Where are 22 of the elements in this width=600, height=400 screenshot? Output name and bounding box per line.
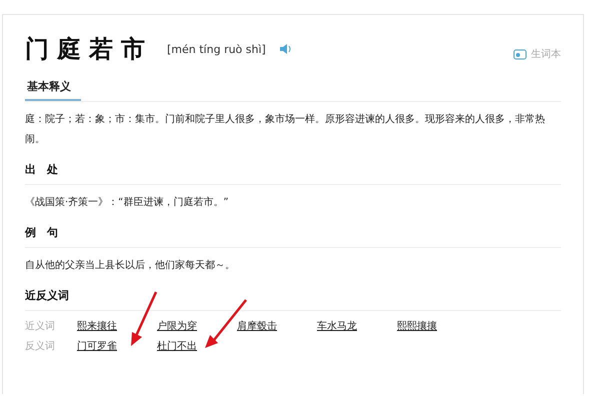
word-link[interactable]: 门可罗雀 (77, 339, 157, 353)
speaker-icon[interactable] (280, 44, 292, 54)
source-text: 《战国策·齐策一》：“群臣进谏，门庭若市。” (25, 196, 230, 210)
wordbook-icon (513, 48, 527, 60)
row-label: 反义词 (25, 340, 56, 353)
word-link[interactable]: 肩摩毂击 (237, 319, 317, 333)
section-heading: 近反义词 (25, 276, 561, 311)
example-text: 自从他的父亲当上县长以后，他们家每天都～。 (25, 258, 236, 273)
arrow-drawing (131, 291, 158, 346)
tab[interactable]: 基本释义 (25, 75, 81, 101)
section-heading: 出 处 (25, 150, 561, 185)
word-link[interactable]: 熙熙攘攘 (397, 319, 477, 333)
word-link[interactable]: 车水马龙 (317, 319, 397, 333)
pinyin: [mén tíng ruò shì] (167, 42, 266, 56)
definition-text: 庭：院子；若：象；市：集市。门前和院子里人很多，象市场一样。原形容进谏的人很多。现形容来的人很多，非常热闹。 (25, 112, 546, 147)
idiom-title: 门庭若市 (25, 33, 153, 65)
word-link[interactable]: 杜门不出 (157, 339, 237, 353)
section-heading: 例 句 (25, 213, 561, 248)
arrow-drawing (205, 299, 247, 348)
word-link[interactable]: 熙来攘往 (77, 319, 157, 333)
word-link[interactable]: 户限为穿 (157, 319, 237, 333)
row-label: 近义词 (25, 320, 56, 333)
